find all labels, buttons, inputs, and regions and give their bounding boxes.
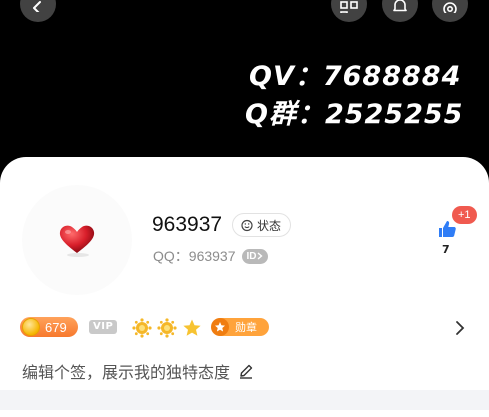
level-value: 679 bbox=[45, 319, 67, 335]
medal-badge[interactable]: 勋章 bbox=[211, 318, 269, 336]
top-bar bbox=[0, 0, 489, 30]
id-badge[interactable]: ID bbox=[241, 248, 268, 264]
profile-card: 963937 状态 QQ：963937 ID +1 7 679 VIP 勋章 编… bbox=[0, 157, 489, 417]
banner-line-qv: QV：7688884 bbox=[249, 61, 462, 92]
star-icon bbox=[183, 319, 201, 336]
thumbs-up-icon bbox=[439, 221, 456, 237]
level-badge[interactable]: 679 bbox=[20, 317, 78, 337]
chevron-right-small-icon bbox=[257, 252, 263, 260]
back-button[interactable] bbox=[20, 0, 56, 22]
signature-text: 编辑个签，展示我的独特态度 bbox=[22, 363, 231, 382]
status-label: 状态 bbox=[257, 218, 282, 233]
heart-icon bbox=[59, 225, 95, 257]
background-banner: QV：7688884 Q群：2525255 bbox=[0, 40, 489, 150]
medal-label: 勋章 bbox=[235, 321, 257, 334]
settings-button[interactable] bbox=[432, 0, 468, 22]
like-increment-badge: +1 bbox=[452, 206, 477, 224]
banner-line-qgroup: Q群：2525255 bbox=[245, 99, 464, 130]
smile-plus-icon bbox=[241, 219, 253, 231]
vip-badge[interactable]: VIP bbox=[89, 320, 118, 334]
qq-number-line: QQ：963937 ID bbox=[153, 246, 268, 266]
chevron-right-icon[interactable] bbox=[455, 320, 465, 336]
signature-edit[interactable]: 编辑个签，展示我的独特态度 bbox=[22, 359, 254, 383]
medal-icon bbox=[211, 318, 229, 336]
chevron-left-icon bbox=[33, 1, 41, 12]
section-divider bbox=[0, 390, 489, 410]
sun-crown-icon bbox=[132, 318, 152, 338]
qq-number: QQ：963937 bbox=[153, 248, 236, 264]
pencil-icon bbox=[240, 364, 253, 379]
id-badge-label: ID bbox=[246, 250, 257, 262]
qr-code-icon bbox=[340, 1, 358, 13]
like-button[interactable]: +1 7 bbox=[432, 206, 477, 257]
qr-code-button[interactable] bbox=[331, 0, 367, 22]
like-count: 7 bbox=[442, 243, 450, 256]
profile-nickname: 963937 bbox=[152, 213, 223, 236]
bell-icon bbox=[393, 0, 407, 12]
sun-crown-icon bbox=[157, 318, 177, 338]
status-button[interactable]: 状态 bbox=[232, 213, 292, 237]
badge-row[interactable]: 679 VIP 勋章 bbox=[20, 317, 470, 339]
gear-icon bbox=[443, 2, 457, 13]
notification-button[interactable] bbox=[382, 0, 418, 22]
coin-icon bbox=[22, 318, 40, 336]
avatar[interactable] bbox=[22, 185, 132, 295]
